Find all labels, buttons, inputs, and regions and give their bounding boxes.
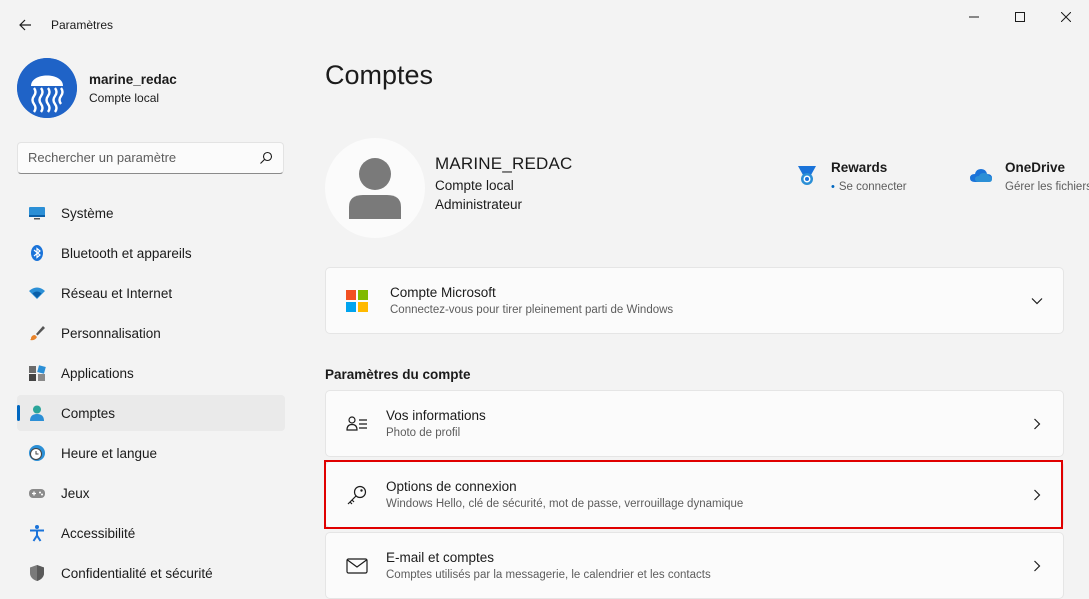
shield-icon [28,564,46,582]
vos-informations-card[interactable]: Vos informations Photo de profil [325,390,1064,457]
rewards-status[interactable]: • Se connecter [831,181,907,193]
sidebar-item-label: Personnalisation [61,325,161,341]
microsoft-account-title: Compte Microsoft [390,285,496,300]
close-icon [1061,12,1071,22]
profile-text: marine_redac Compte local [89,72,177,105]
sidebar-item-heure-langue[interactable]: Heure et langue [17,435,285,471]
sidebar-item-label: Réseau et Internet [61,285,173,301]
sidebar-item-systeme[interactable]: Système [17,195,285,231]
maximize-icon [1015,12,1025,22]
sidebar-item-accessibilite[interactable]: Accessibilité [17,515,285,551]
wifi-icon [28,284,46,302]
sidebar-item-label: Jeux [61,485,90,501]
account-info: MARINE_REDAC Compte local Administrateur [435,154,572,238]
sidebar-item-applications[interactable]: Applications [17,355,285,391]
title-bar: Paramètres [0,0,1089,48]
arrow-left-icon [19,19,31,31]
status-dot-icon: • [831,181,835,193]
section-heading: Paramètres du compte [325,367,471,382]
close-button[interactable] [1043,0,1089,34]
microsoft-account-subtitle: Connectez-vous pour tirer pleinement par… [390,304,674,316]
email-comptes-text: E-mail et comptes Comptes utilisés par l… [386,550,711,581]
chevron-right-icon [1029,416,1045,432]
options-connexion-title: Options de connexion [386,479,517,494]
mail-icon [346,555,368,577]
search-input[interactable] [28,150,248,165]
user-avatar-large [325,138,425,238]
sidebar-item-label: Confidentialité et sécurité [61,565,213,581]
rewards-text: Rewards • Se connecter [831,160,907,193]
key-icon [346,484,368,506]
account-type: Compte local [435,178,514,193]
sidebar-item-jeux[interactable]: Jeux [17,475,285,511]
paintbrush-icon [28,324,46,342]
chevron-right-icon [1029,558,1045,574]
rewards-medal-icon [798,166,816,185]
clock-globe-icon [28,444,46,462]
minimize-icon [969,16,979,18]
onedrive-status[interactable]: Gérer les fichiers [1005,181,1089,193]
maximize-button[interactable] [997,0,1043,34]
monitor-icon [28,204,46,222]
sidebar-item-reseau[interactable]: Réseau et Internet [17,275,285,311]
account-hero: MARINE_REDAC Compte local Administrateur [325,138,572,238]
vos-informations-title: Vos informations [386,408,486,423]
sidebar-item-label: Heure et langue [61,445,158,461]
gamepad-icon [28,484,46,502]
sidebar-nav: Système Bluetooth et appareils Réseau et… [17,195,285,595]
profile-username: marine_redac [89,71,177,87]
options-connexion-card[interactable]: Options de connexion Windows Hello, clé … [325,461,1064,528]
sidebar-item-label: Bluetooth et appareils [61,245,192,261]
email-comptes-card[interactable]: E-mail et comptes Comptes utilisés par l… [325,532,1064,599]
apps-icon [28,364,46,382]
microsoft-account-card[interactable]: Compte Microsoft Connectez-vous pour tir… [325,267,1064,334]
search-box[interactable] [17,142,284,174]
sidebar-item-label: Accessibilité [61,525,136,541]
bluetooth-icon [28,244,46,262]
app-title: Paramètres [51,18,114,32]
options-connexion-text: Options de connexion Windows Hello, clé … [386,479,743,510]
chevron-down-icon[interactable] [1029,293,1045,309]
user-profile[interactable]: marine_redac Compte local [17,58,177,118]
minimize-button[interactable] [951,0,997,34]
window-controls [951,0,1089,34]
account-name: MARINE_REDAC [435,154,573,173]
sidebar-item-comptes[interactable]: Comptes [17,395,285,431]
options-connexion-subtitle: Windows Hello, clé de sécurité, mot de p… [386,498,744,510]
rewards-status-label: Se connecter [838,181,907,193]
onedrive-name: OneDrive [1005,160,1066,175]
sidebar-item-label: Comptes [61,405,116,421]
jellyfish-avatar-icon [17,58,77,118]
email-comptes-title: E-mail et comptes [386,550,495,565]
search-icon[interactable] [259,151,273,165]
microsoft-account-text: Compte Microsoft Connectez-vous pour tir… [390,285,673,316]
sidebar-item-label: Applications [61,365,134,381]
onedrive-service[interactable]: OneDrive Gérer les fichiers [969,160,1089,193]
sidebar-item-personnalisation[interactable]: Personnalisation [17,315,285,351]
chevron-right-icon [1029,487,1045,503]
sidebar-item-bluetooth[interactable]: Bluetooth et appareils [17,235,285,271]
person-details-icon [346,413,368,435]
person-icon [28,404,46,422]
page-title: Comptes [325,60,434,90]
onedrive-text: OneDrive Gérer les fichiers [1005,160,1089,193]
rewards-name: Rewards [831,160,888,175]
rewards-service[interactable]: Rewards • Se connecter [795,160,907,193]
person-silhouette-icon [349,158,401,219]
account-role: Administrateur [435,197,523,212]
vos-informations-text: Vos informations Photo de profil [386,408,486,439]
avatar [17,58,77,118]
accessibility-icon [28,524,46,542]
microsoft-logo-icon [346,289,368,312]
profile-account-type: Compte local [89,90,160,105]
email-comptes-subtitle: Comptes utilisés par la messagerie, le c… [386,569,711,581]
vos-informations-subtitle: Photo de profil [386,427,461,439]
sidebar-item-label: Système [61,205,114,221]
onedrive-cloud-icon [970,169,992,182]
back-button[interactable] [10,10,40,40]
sidebar-item-confidentialite[interactable]: Confidentialité et sécurité [17,555,285,591]
